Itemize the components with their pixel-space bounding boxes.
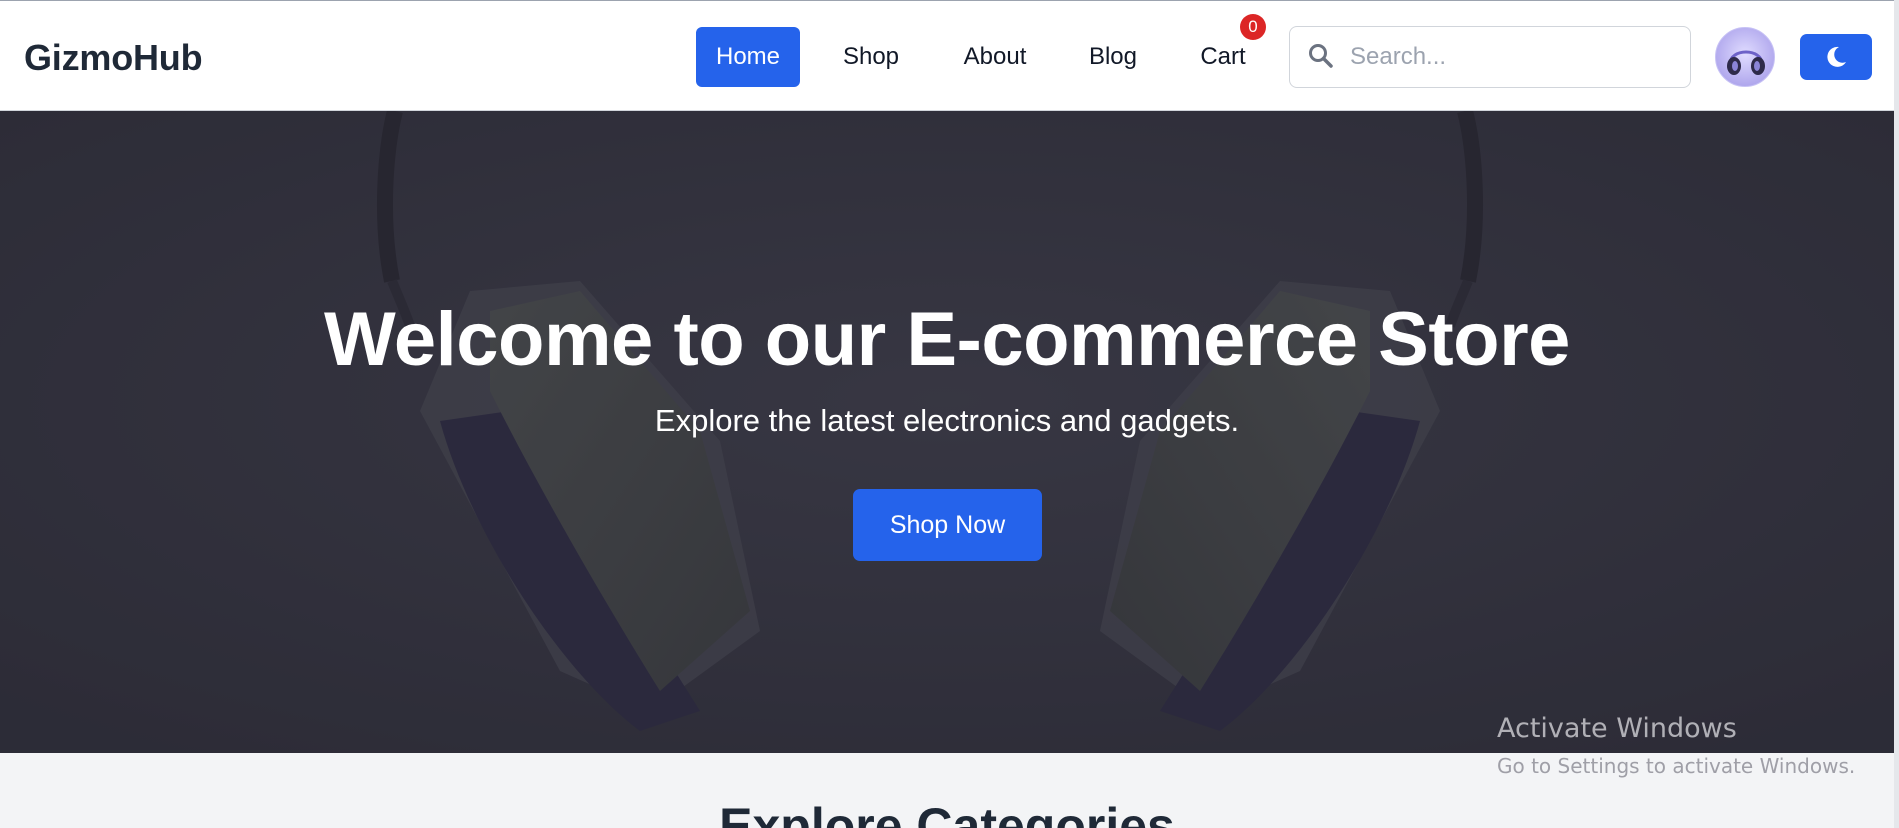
shop-now-button[interactable]: Shop Now — [853, 489, 1042, 561]
hero-title: Welcome to our E-commerce Store — [324, 297, 1570, 382]
site-header: GizmoHub Home Shop About Blog Cart 0 — [0, 0, 1894, 111]
moon-icon — [1827, 46, 1846, 67]
headphones-avatar-icon — [1727, 50, 1765, 75]
nav-about[interactable]: About — [946, 27, 1044, 87]
nav-shop[interactable]: Shop — [822, 27, 920, 87]
theme-toggle-button[interactable] — [1800, 34, 1872, 80]
activate-windows-title: Activate Windows — [1497, 713, 1737, 744]
hero-section: Welcome to our E-commerce Store Explore … — [0, 111, 1894, 753]
avatar[interactable] — [1715, 27, 1775, 87]
nav-blog[interactable]: Blog — [1071, 27, 1155, 87]
cart-count-badge: 0 — [1240, 14, 1266, 40]
hero-subtitle: Explore the latest electronics and gadge… — [654, 403, 1240, 438]
activate-windows-subtitle: Go to Settings to activate Windows. — [1497, 754, 1856, 778]
brand-logo[interactable]: GizmoHub — [24, 37, 203, 79]
search-input[interactable] — [1350, 37, 1680, 77]
search-box[interactable] — [1289, 26, 1691, 88]
nav-home[interactable]: Home — [696, 27, 800, 87]
search-icon — [1309, 44, 1333, 68]
scrollbar[interactable] — [1894, 0, 1899, 828]
categories-title: Explore Categories — [719, 798, 1175, 828]
